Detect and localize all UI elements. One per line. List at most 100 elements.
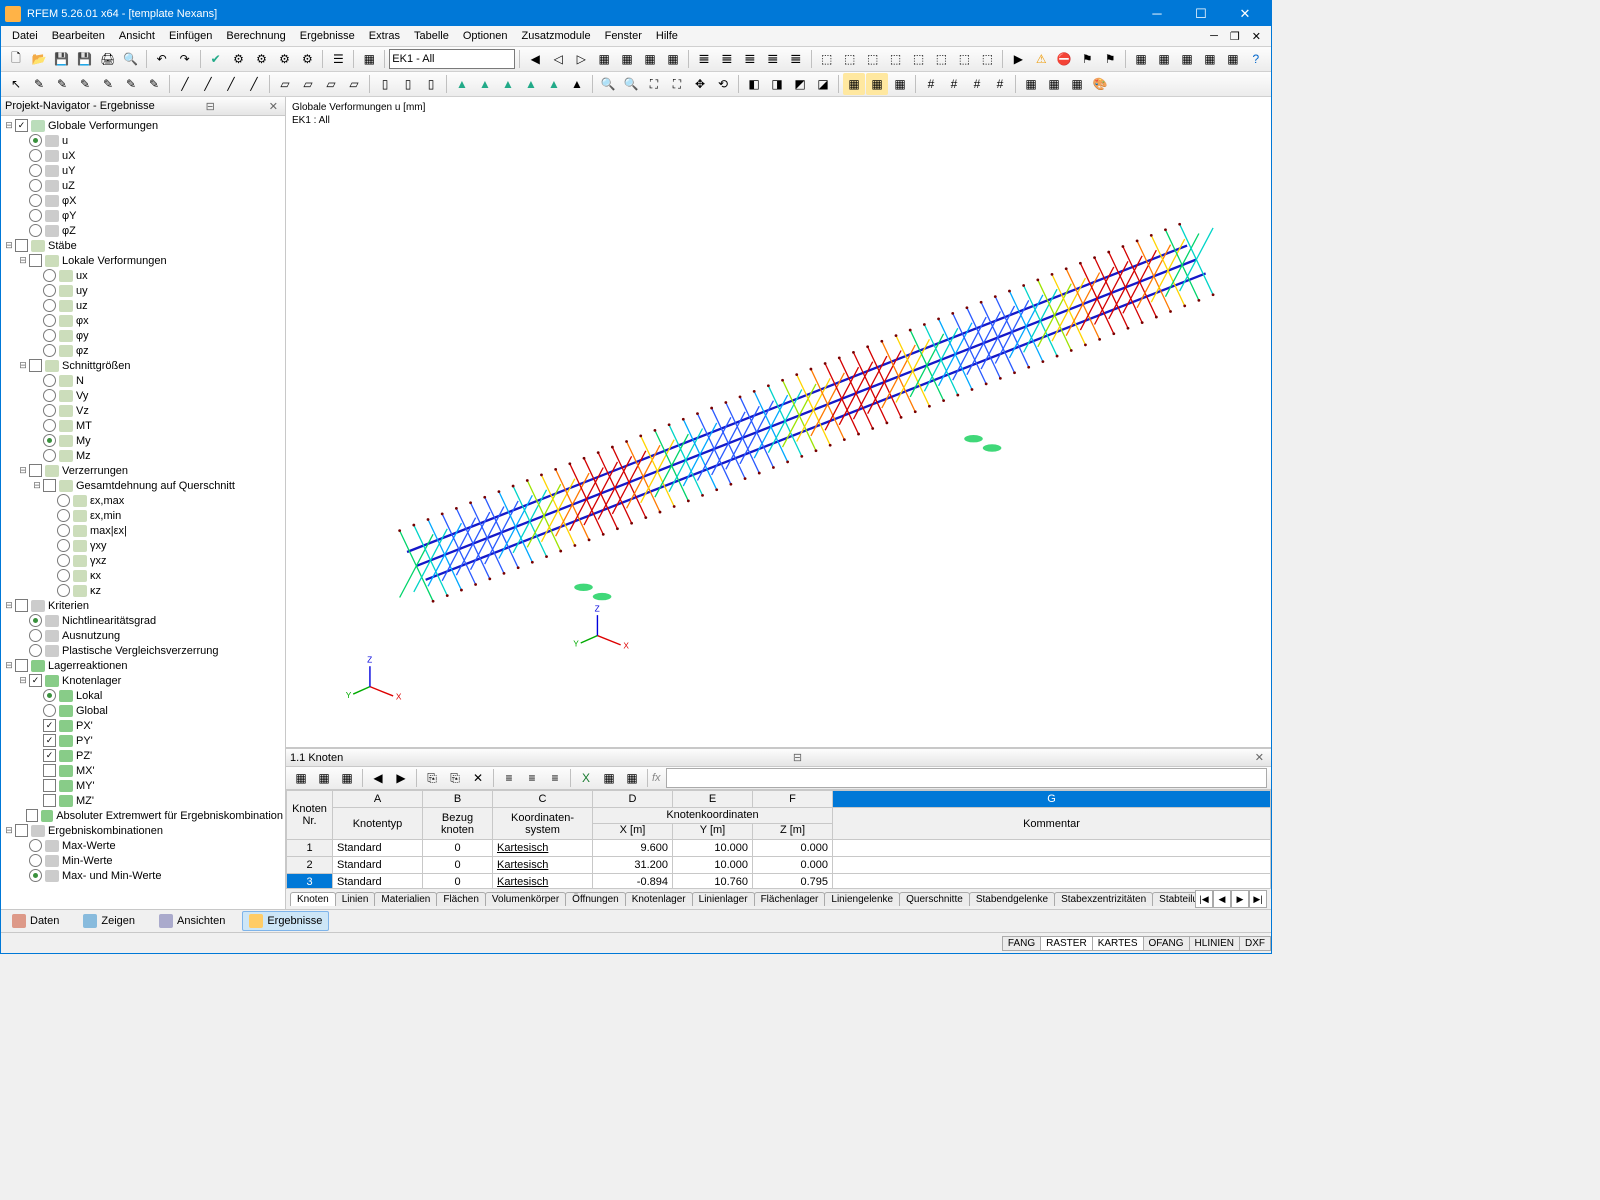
open-icon[interactable]: 📂 [28, 48, 50, 70]
res7-icon[interactable]: ⬚ [953, 48, 975, 70]
tree-item[interactable]: uy [1, 283, 285, 298]
status-toggle[interactable]: HLINIEN [1189, 936, 1240, 951]
tree-item[interactable]: ⊟Ergebniskombinationen [1, 823, 285, 838]
close-button[interactable]: ✕ [1223, 1, 1267, 26]
tree-item[interactable]: Ausnutzung [1, 628, 285, 643]
line4-icon[interactable]: ╱ [243, 73, 265, 95]
xy-icon[interactable]: ◨ [766, 73, 788, 95]
table-row[interactable]: 1Standard0Kartesisch9.60010.0000.000 [287, 840, 1271, 857]
grid-del-icon[interactable]: ✕ [467, 767, 489, 789]
filter2-icon[interactable]: 𝌆 [716, 48, 738, 70]
sol2-icon[interactable]: ▯ [397, 73, 419, 95]
res8-icon[interactable]: ⬚ [976, 48, 998, 70]
tree-item[interactable]: max|εx| [1, 523, 285, 538]
tree-item[interactable]: Min-Werte [1, 853, 285, 868]
table-tab[interactable]: Öffnungen [565, 892, 626, 906]
table-tab[interactable]: Volumenkörper [485, 892, 566, 906]
ext5-icon[interactable]: ▦ [1222, 48, 1244, 70]
view4-icon[interactable]: ▦ [662, 48, 684, 70]
tree-item[interactable]: Absoluter Extremwert für Ergebniskombina… [1, 808, 285, 823]
viewport-3d[interactable]: Globale Verformungen u [mm] EK1 : All X [286, 97, 1271, 748]
tree-item[interactable]: φx [1, 313, 285, 328]
status-toggle[interactable]: FANG [1002, 936, 1041, 951]
rot-icon[interactable]: ⟲ [712, 73, 734, 95]
formula-input[interactable] [666, 768, 1267, 788]
sup5-icon[interactable]: ▲ [543, 73, 565, 95]
tree-item[interactable]: N [1, 373, 285, 388]
navigator-tree[interactable]: ⊟✓Globale VerformungenuuXuYuZφXφYφZ⊟Stäb… [1, 116, 285, 909]
ext2-icon[interactable]: ▦ [1153, 48, 1175, 70]
tree-item[interactable]: γxz [1, 553, 285, 568]
draw1-icon[interactable]: ✎ [51, 73, 73, 95]
loadcase-combo[interactable] [389, 49, 515, 69]
check-icon[interactable]: ✔ [205, 48, 227, 70]
tree-item[interactable]: ✓PX' [1, 718, 285, 733]
warn-icon[interactable]: ⚠ [1030, 48, 1052, 70]
disp3-icon[interactable]: ▦ [889, 73, 911, 95]
surf2-icon[interactable]: ▱ [297, 73, 319, 95]
menu-tabelle[interactable]: Tabelle [407, 28, 456, 44]
filter5-icon[interactable]: 𝌆 [785, 48, 807, 70]
tree-item[interactable]: εx,min [1, 508, 285, 523]
table-tab[interactable]: Knoten [290, 892, 336, 906]
tool4-icon[interactable]: ⚙ [296, 48, 318, 70]
tree-item[interactable]: ⊟Lokale Verformungen [1, 253, 285, 268]
res5-icon[interactable]: ⬚ [908, 48, 930, 70]
tab-next-icon[interactable]: ▶ [1231, 890, 1249, 908]
menu-extras[interactable]: Extras [362, 28, 407, 44]
grid-align3-icon[interactable]: ≡ [544, 767, 566, 789]
num4-icon[interactable]: # [989, 73, 1011, 95]
table-tab[interactable]: Liniengelenke [824, 892, 900, 906]
num1-icon[interactable]: # [920, 73, 942, 95]
tree-item[interactable]: Mz [1, 448, 285, 463]
save-icon[interactable]: 💾 [51, 48, 73, 70]
draw4-icon[interactable]: ✎ [120, 73, 142, 95]
zoom-icon[interactable]: 🔍 [597, 73, 619, 95]
table-tab[interactable]: Stabendgelenke [969, 892, 1055, 906]
tree-item[interactable]: ⊟Kriterien [1, 598, 285, 613]
tree-item[interactable]: γxy [1, 538, 285, 553]
zoomp-icon[interactable]: ⛶ [666, 73, 688, 95]
tree-item[interactable]: Max-Werte [1, 838, 285, 853]
filter1-icon[interactable]: 𝌆 [693, 48, 715, 70]
status-toggle[interactable]: DXF [1239, 936, 1271, 951]
tab-first-icon[interactable]: |◀ [1195, 890, 1213, 908]
stop-icon[interactable]: ⛔ [1053, 48, 1075, 70]
menu-datei[interactable]: Datei [5, 28, 45, 44]
tree-item[interactable]: Nichtlinearitätsgrad [1, 613, 285, 628]
table-pin-icon[interactable]: ⊟ [790, 751, 805, 764]
tree-item[interactable]: Plastische Vergleichsverzerrung [1, 643, 285, 658]
tree-item[interactable]: ⊟✓Globale Verformungen [1, 118, 285, 133]
menu-optionen[interactable]: Optionen [456, 28, 515, 44]
table-tab[interactable]: Linien [335, 892, 376, 906]
table-tab[interactable]: Flächenlager [754, 892, 826, 906]
saveall-icon[interactable]: 💾 [74, 48, 96, 70]
yz-icon[interactable]: ◩ [789, 73, 811, 95]
tree-item[interactable]: ✓PZ' [1, 748, 285, 763]
line2-icon[interactable]: ╱ [197, 73, 219, 95]
sup6-icon[interactable]: ▲ [566, 73, 588, 95]
tree-item[interactable]: u [1, 133, 285, 148]
grid-dim-icon[interactable]: ▦ [621, 767, 643, 789]
sol3-icon[interactable]: ▯ [420, 73, 442, 95]
tree-item[interactable]: ✓PY' [1, 733, 285, 748]
grid-icon[interactable]: ▦ [1020, 73, 1042, 95]
pan-icon[interactable]: ✥ [689, 73, 711, 95]
disp2-icon[interactable]: ▦ [866, 73, 888, 95]
iso-icon[interactable]: ◧ [743, 73, 765, 95]
xz-icon[interactable]: ◪ [812, 73, 834, 95]
tree-item[interactable]: φZ [1, 223, 285, 238]
tree-item[interactable]: ⊟Gesamtdehnung auf Querschnitt [1, 478, 285, 493]
grid-copy-icon[interactable]: ⎘ [421, 767, 443, 789]
num2-icon[interactable]: # [943, 73, 965, 95]
grid-filter-icon[interactable]: ▦ [313, 767, 335, 789]
mdi-restore-button[interactable]: ❐ [1224, 28, 1246, 45]
res3-icon[interactable]: ⬚ [862, 48, 884, 70]
table-row[interactable]: 3Standard0Kartesisch-0.89410.7600.795 [287, 874, 1271, 889]
menu-hilfe[interactable]: Hilfe [649, 28, 685, 44]
tree-item[interactable]: ⊟Lagerreaktionen [1, 658, 285, 673]
preview-icon[interactable]: 🔍 [120, 48, 142, 70]
draw5-icon[interactable]: ✎ [143, 73, 165, 95]
tree-item[interactable]: φX [1, 193, 285, 208]
navigator-close-icon[interactable]: ✕ [266, 100, 281, 113]
